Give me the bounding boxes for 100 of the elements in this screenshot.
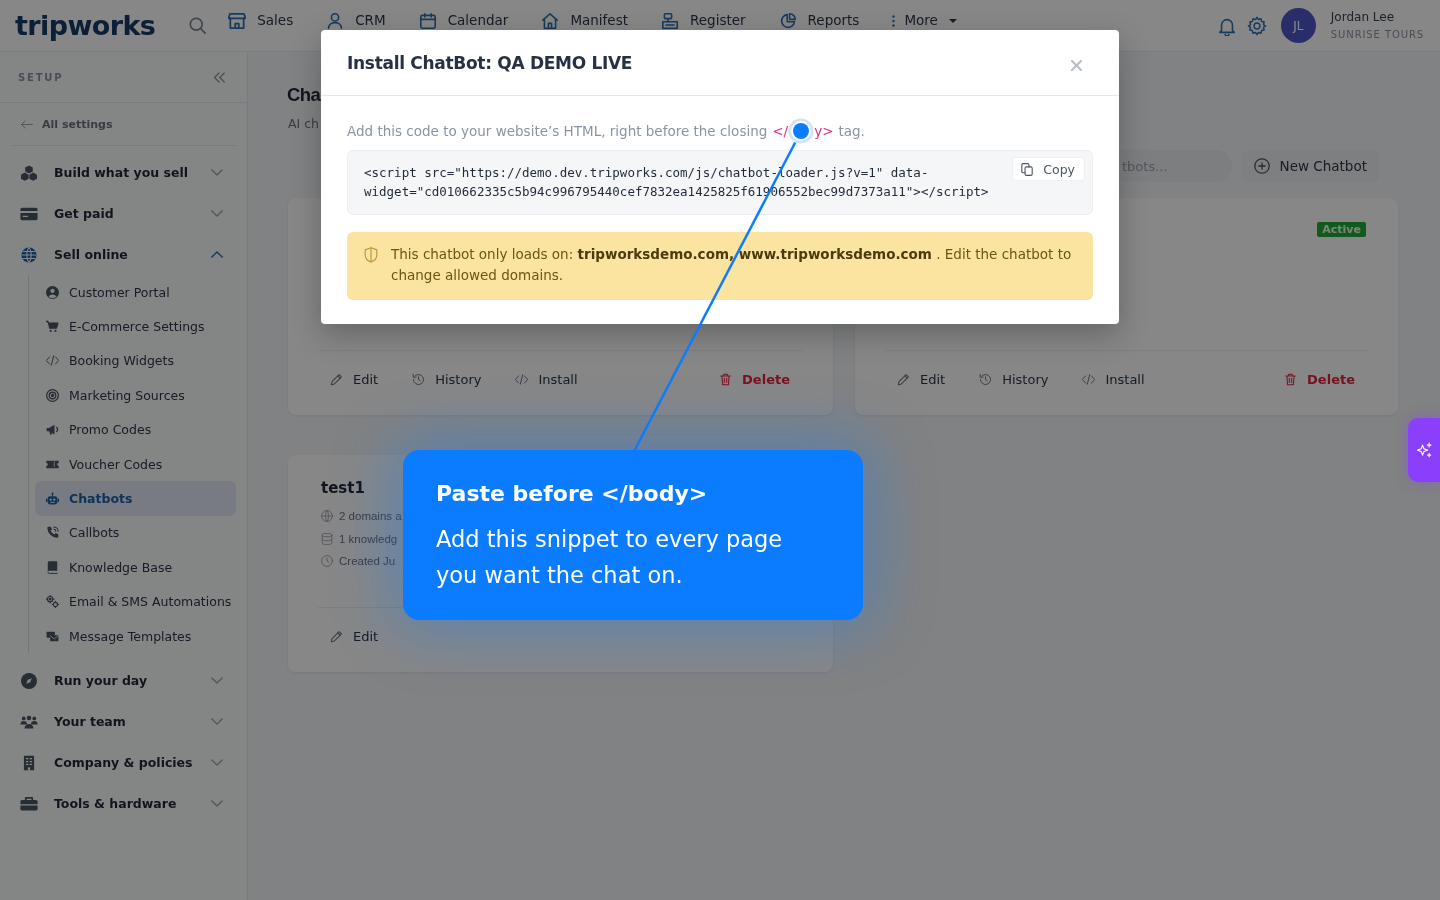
globe-icon	[20, 246, 38, 263]
delete-button[interactable]: Delete	[719, 372, 790, 387]
megaphone-icon	[46, 423, 59, 437]
nav-link[interactable]: Sales	[228, 12, 294, 29]
page-subtitle: AI ch	[288, 116, 319, 132]
hotspot-dot-icon	[788, 118, 815, 144]
search-icon[interactable]	[189, 17, 207, 34]
copy-button[interactable]: Copy	[1012, 157, 1085, 181]
close-icon[interactable]	[1071, 60, 1082, 71]
target-icon	[46, 388, 59, 402]
sidebar-section[interactable]: Company & policies	[0, 742, 247, 784]
sidebar-item[interactable]: Knowledge Base	[35, 550, 236, 585]
sidebar-item[interactable]: Message Templates	[35, 618, 236, 654]
left-arrow-icon	[21, 119, 33, 129]
sidebar-item[interactable]: Promo Codes	[35, 412, 236, 447]
nav-link[interactable]: CRM	[326, 12, 386, 29]
tooltip-title: Paste before </body>	[436, 480, 709, 508]
nav-link[interactable]: Reports	[778, 12, 860, 29]
house-icon	[541, 12, 560, 29]
copy-icon	[1021, 162, 1034, 176]
sidebar-item[interactable]: Voucher Codes	[35, 446, 236, 482]
person-icon	[326, 12, 345, 29]
cart-icon	[46, 320, 59, 334]
pencil-icon	[330, 630, 343, 643]
code-tag-text: </	[772, 122, 789, 141]
sidebar-section[interactable]: Your team	[0, 701, 247, 743]
page-title: Cha	[287, 83, 321, 107]
install-button[interactable]: Install	[515, 372, 578, 387]
code-icon	[515, 373, 529, 386]
meta-text: 1 knowledg	[339, 531, 398, 546]
sidebar-item[interactable]: Email & SMS Automations	[35, 584, 236, 619]
cubes-icon	[20, 164, 38, 181]
pencil-icon	[897, 373, 910, 386]
plus-circle-icon	[1253, 158, 1270, 174]
history-button[interactable]: History	[412, 372, 482, 387]
sidebar-section[interactable]: Run your day	[0, 660, 247, 702]
avatar[interactable]: JL	[1280, 8, 1316, 43]
sidebar-heading: SETUP	[18, 71, 64, 83]
double-chevron-icon[interactable]	[213, 71, 225, 83]
cash-register-icon	[661, 12, 679, 29]
company-name: SUNRISE TOURS	[1330, 28, 1424, 41]
envelopes-icon	[46, 629, 59, 643]
vertical-dots-icon	[892, 14, 896, 27]
sidebar-item[interactable]: Callbots	[35, 515, 236, 551]
modal-title: Install ChatBot: QA DEMO LIVE	[347, 52, 633, 73]
history-icon	[979, 373, 993, 386]
sidebar-item[interactable]: E-Commerce Settings	[35, 309, 236, 344]
user-circle-icon	[46, 285, 59, 299]
install-button[interactable]: Install	[1082, 372, 1145, 387]
book-icon	[46, 560, 59, 574]
instruction-text: Add this code to your website’s HTML, right before the closing	[347, 122, 768, 141]
gears-icon	[46, 595, 59, 609]
sidebar-section[interactable]: Get paid	[0, 193, 247, 234]
sidebar-section[interactable]: Sell online	[0, 234, 247, 275]
nav-link[interactable]: Manifest	[541, 12, 628, 29]
sidebar-item[interactable]: Customer Portal	[35, 275, 236, 310]
delete-button[interactable]: Delete	[1284, 372, 1355, 387]
back-link[interactable]: All settings	[12, 103, 236, 145]
settings-icon[interactable]	[1246, 15, 1267, 36]
history-icon	[412, 373, 426, 386]
user-name: Jordan Lee	[1330, 10, 1396, 24]
database-icon	[321, 532, 333, 545]
code-icon	[46, 354, 59, 368]
meta-text: Created Ju	[339, 554, 396, 569]
robot-icon	[46, 492, 59, 506]
card-title: test1	[321, 478, 365, 498]
sidebar-section[interactable]: Build what you sell	[0, 152, 247, 193]
caret-icon	[948, 18, 957, 23]
code-icon	[1082, 373, 1096, 386]
edit-button[interactable]: Edit	[330, 629, 379, 644]
code-tag-text: y>	[814, 122, 834, 141]
nav-link[interactable]: Calendar	[418, 12, 509, 29]
people-icon	[20, 713, 38, 730]
clock-icon	[321, 555, 333, 568]
more-menu[interactable]: More	[892, 12, 957, 29]
assistant-button[interactable]	[1408, 418, 1440, 482]
sidebar-item[interactable]: Chatbots	[35, 481, 236, 516]
shield-icon	[364, 247, 378, 263]
phone-icon	[46, 526, 59, 540]
globe-icon	[321, 510, 333, 523]
compass-icon	[20, 672, 38, 689]
sidebar-item[interactable]: Marketing Sources	[35, 378, 236, 413]
nav-link[interactable]: Register	[661, 12, 746, 29]
trash-icon	[1284, 373, 1298, 386]
toolbox-icon	[20, 795, 38, 812]
edit-button[interactable]: Edit	[330, 372, 379, 387]
meta-text: 2 domains a	[339, 509, 402, 524]
tooltip-text: Add this snippet to every page you want the chat on.	[436, 525, 784, 590]
logo: tripworks	[15, 10, 156, 41]
history-button[interactable]: History	[979, 372, 1049, 387]
status-badge: Active	[1317, 222, 1366, 237]
edit-button[interactable]: Edit	[897, 372, 946, 387]
instruction-text: tag.	[838, 122, 865, 141]
notice-text: This chatbot only loads on: tripworksdemo.com, www.tripworksdemo.com . Edit the chatbot to change allowed domains.	[391, 245, 1073, 285]
credit-card-icon	[20, 205, 38, 222]
pie-chart-icon	[778, 12, 797, 29]
sidebar-item[interactable]: Booking Widgets	[35, 343, 236, 379]
sidebar-section[interactable]: Tools & hardware	[0, 783, 247, 825]
trash-icon	[719, 373, 733, 386]
sparkle-icon	[1415, 441, 1433, 459]
